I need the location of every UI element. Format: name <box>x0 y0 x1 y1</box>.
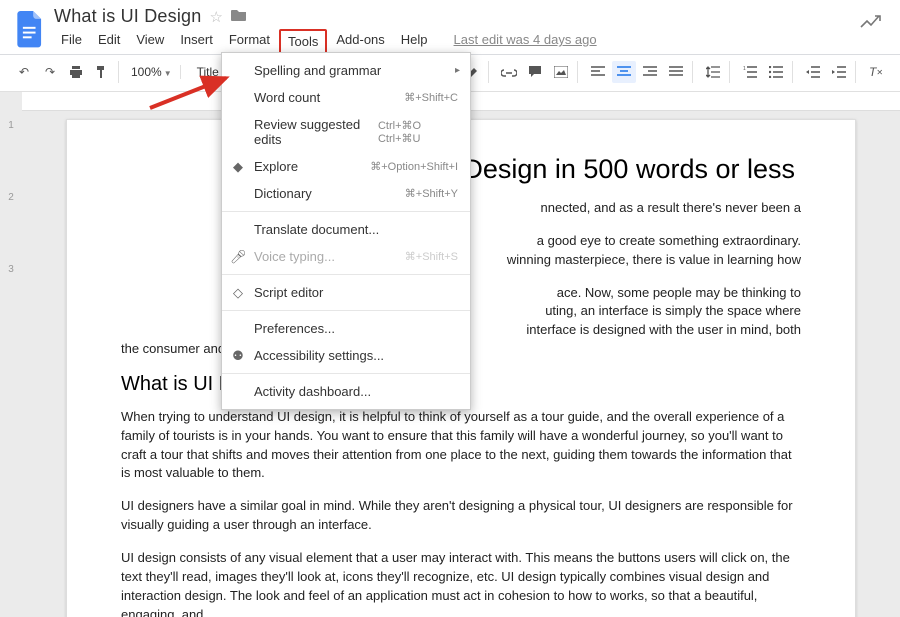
menu-item-preferences[interactable]: Preferences... <box>222 315 470 342</box>
align-right-icon[interactable] <box>638 61 662 83</box>
tools-menu-dropdown: Spelling and grammar▸ Word count⌘+Shift+… <box>221 52 471 410</box>
last-edit-link[interactable]: Last edit was 4 days ago <box>447 29 604 54</box>
menu-item-word-count[interactable]: Word count⌘+Shift+C <box>222 84 470 111</box>
explore-icon: ◆ <box>230 159 246 175</box>
menu-item-voice-typing: 🎤︎Voice typing...⌘+Shift+S <box>222 243 470 270</box>
menu-item-accessibility[interactable]: ⚉Accessibility settings... <box>222 342 470 369</box>
menu-format[interactable]: Format <box>222 29 277 54</box>
outdent-icon[interactable] <box>801 61 825 83</box>
folder-icon[interactable] <box>231 8 247 25</box>
comment-icon[interactable] <box>523 61 547 83</box>
menu-item-explore[interactable]: ◆Explore⌘+Option+Shift+I <box>222 153 470 180</box>
menu-bar: File Edit View Insert Format Tools Add-o… <box>54 29 888 54</box>
doc-paragraph: UI designers have a similar goal in mind… <box>121 497 801 535</box>
menu-help[interactable]: Help <box>394 29 435 54</box>
redo-icon[interactable]: ↷ <box>38 61 62 83</box>
script-icon: ◇ <box>230 285 246 301</box>
document-title[interactable]: What is UI Design <box>54 6 201 27</box>
doc-paragraph: UI design consists of any visual element… <box>121 549 801 617</box>
image-icon[interactable] <box>549 61 573 83</box>
vertical-ruler: 1 2 3 <box>0 92 22 617</box>
menu-item-spelling[interactable]: Spelling and grammar▸ <box>222 57 470 84</box>
menu-item-translate[interactable]: Translate document... <box>222 216 470 243</box>
indent-icon[interactable] <box>827 61 851 83</box>
menu-separator <box>222 211 470 212</box>
menu-separator <box>222 310 470 311</box>
menu-separator <box>222 274 470 275</box>
bulleted-list-icon[interactable] <box>764 61 788 83</box>
menu-separator <box>222 373 470 374</box>
align-left-icon[interactable] <box>586 61 610 83</box>
menu-view[interactable]: View <box>129 29 171 54</box>
mic-icon: 🎤︎ <box>230 249 246 265</box>
star-icon[interactable]: ☆ <box>209 8 222 26</box>
menu-item-script-editor[interactable]: ◇Script editor <box>222 279 470 306</box>
align-center-icon[interactable] <box>612 61 636 83</box>
link-icon[interactable] <box>497 61 521 83</box>
numbered-list-icon[interactable]: 1 <box>738 61 762 83</box>
zoom-dropdown[interactable]: 100%▼ <box>127 65 176 79</box>
menu-edit[interactable]: Edit <box>91 29 127 54</box>
paint-format-icon[interactable] <box>90 61 114 83</box>
undo-icon[interactable]: ↶ <box>12 61 36 83</box>
line-spacing-icon[interactable] <box>701 61 725 83</box>
menu-addons[interactable]: Add-ons <box>329 29 391 54</box>
activity-icon[interactable] <box>860 14 882 33</box>
doc-paragraph: When trying to understand UI design, it … <box>121 408 801 483</box>
menu-file[interactable]: File <box>54 29 89 54</box>
clear-formatting-icon[interactable]: T✕ <box>864 61 888 83</box>
menu-item-dictionary[interactable]: Dictionary⌘+Shift+Y <box>222 180 470 207</box>
menu-insert[interactable]: Insert <box>173 29 220 54</box>
accessibility-icon: ⚉ <box>230 348 246 364</box>
menu-item-review-edits[interactable]: Review suggested editsCtrl+⌘O Ctrl+⌘U <box>222 111 470 153</box>
print-icon[interactable] <box>64 61 88 83</box>
svg-text:1: 1 <box>743 66 746 72</box>
menu-item-activity-dashboard[interactable]: Activity dashboard... <box>222 378 470 405</box>
docs-logo-icon[interactable] <box>12 12 48 48</box>
align-justify-icon[interactable] <box>664 61 688 83</box>
app-header: What is UI Design ☆ File Edit View Inser… <box>0 0 900 55</box>
menu-tools[interactable]: Tools <box>279 29 327 54</box>
